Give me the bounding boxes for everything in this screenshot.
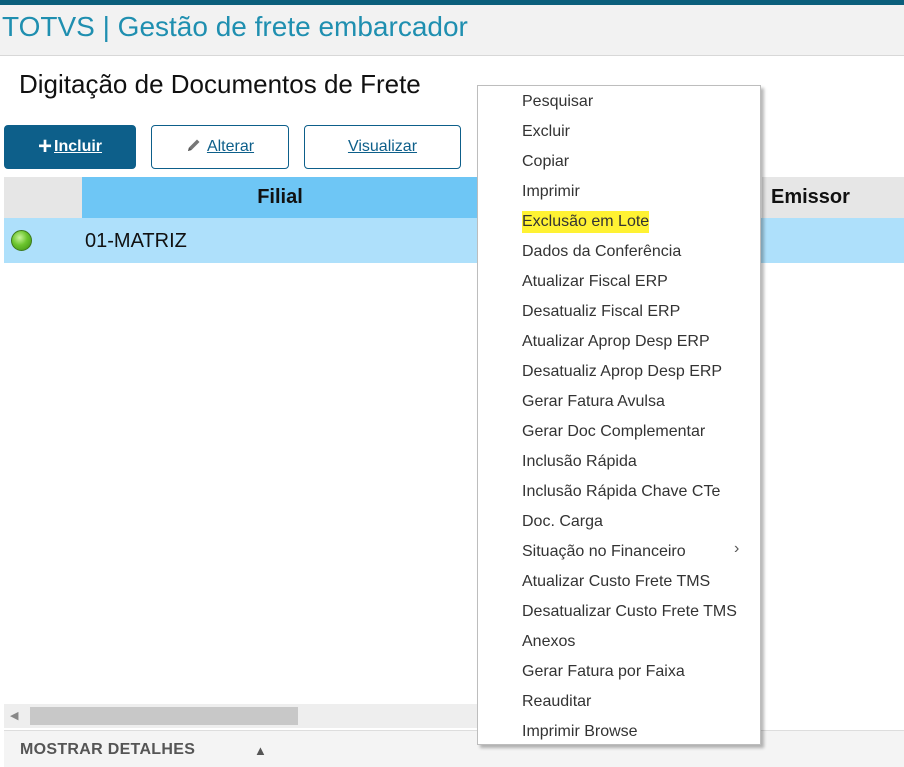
alterar-button[interactable]: Alterar [151, 125, 289, 169]
status-column-header[interactable] [4, 177, 82, 218]
menu-item[interactable]: Pesquisar [522, 91, 593, 113]
details-footer: MOSTRAR DETALHES ▲ [4, 730, 904, 767]
menu-item[interactable]: Dados da Conferência [522, 241, 681, 263]
alterar-label: Alterar [206, 138, 255, 155]
menu-item[interactable]: Desatualizar Custo Frete TMS [522, 601, 737, 623]
menu-item[interactable]: Imprimir [522, 181, 580, 203]
mostrar-detalhes-button[interactable]: MOSTRAR DETALHES [20, 741, 195, 759]
scroll-left-icon[interactable]: ◀ [10, 709, 18, 722]
menu-item[interactable]: Doc. Carga [522, 511, 603, 533]
menu-item[interactable]: Copiar [522, 151, 569, 173]
menu-item[interactable]: Excluir [522, 121, 570, 143]
menu-item[interactable]: Gerar Doc Complementar [522, 421, 705, 443]
incluir-button[interactable]: + Incluir [4, 125, 136, 169]
menu-item[interactable]: Exclusão em Lote [522, 211, 650, 233]
menu-item[interactable]: Anexos [522, 631, 575, 653]
plus-icon: + [37, 133, 52, 160]
expand-up-icon[interactable]: ▲ [254, 743, 267, 758]
emissor-column-header[interactable]: Emissor [762, 177, 904, 218]
menu-item[interactable]: Situação no Financeiro [522, 541, 686, 563]
status-green-icon [11, 230, 32, 251]
menu-item[interactable]: Desatualiz Fiscal ERP [522, 301, 680, 323]
menu-item[interactable]: Imprimir Browse [522, 721, 638, 743]
menu-item[interactable]: Inclusão Rápida Chave CTe [522, 481, 720, 503]
page-title: Digitação de Documentos de Frete [19, 69, 421, 99]
incluir-label: Incluir [54, 138, 103, 155]
app-header: TOTVS | Gestão de frete embarcador [0, 5, 904, 56]
menu-item[interactable]: Atualizar Custo Frete TMS [522, 571, 710, 593]
menu-item[interactable]: Gerar Fatura Avulsa [522, 391, 665, 413]
visualizar-button[interactable]: Visualizar [304, 125, 461, 169]
horizontal-scrollbar[interactable]: ◀ [4, 704, 478, 728]
browse-grid: Filial Emissor 01-MATRIZ [0, 177, 904, 704]
chevron-right-icon: › [734, 540, 740, 557]
context-menu: Pesquisar Excluir Copiar Imprimir Exclusão e… [477, 85, 761, 745]
menu-item[interactable]: Reauditar [522, 691, 591, 713]
menu-item[interactable]: Atualizar Aprop Desp ERP [522, 331, 710, 353]
pencil-icon [186, 137, 202, 158]
menu-item[interactable]: Desatualiz Aprop Desp ERP [522, 361, 722, 383]
menu-item[interactable]: Inclusão Rápida [522, 451, 637, 473]
menu-item[interactable]: Gerar Fatura por Faixa [522, 661, 685, 683]
filial-column-header[interactable]: Filial [82, 177, 478, 218]
scrollbar-thumb[interactable] [30, 707, 298, 725]
visualizar-label: Visualizar [347, 138, 418, 155]
app-title: TOTVS | Gestão de frete embarcador [2, 11, 468, 42]
menu-item[interactable]: Atualizar Fiscal ERP [522, 271, 668, 293]
filial-cell: 01-MATRIZ [85, 230, 187, 252]
table-row[interactable]: 01-MATRIZ [4, 218, 904, 263]
